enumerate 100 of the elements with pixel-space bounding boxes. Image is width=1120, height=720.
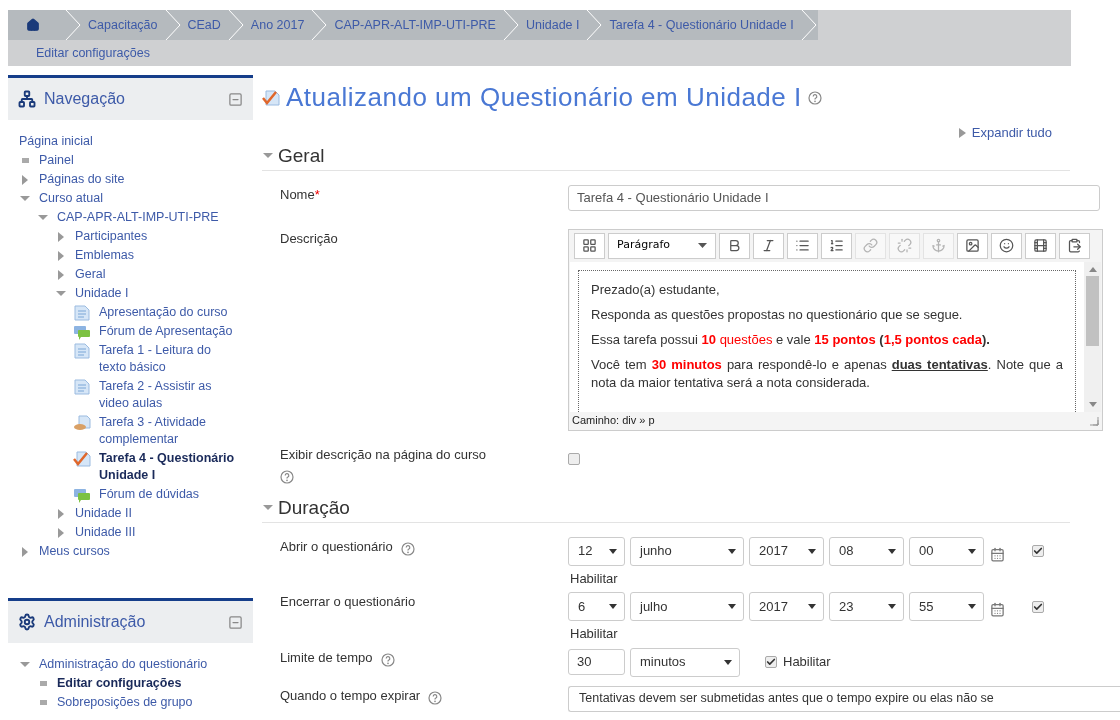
enable-checkbox[interactable] <box>1032 600 1044 613</box>
collapsed-arrow-icon[interactable] <box>21 545 29 558</box>
resize-grip-icon[interactable] <box>1089 415 1099 426</box>
nav-item[interactable]: Emblemas <box>75 246 135 265</box>
expanded-arrow-icon[interactable] <box>55 289 67 298</box>
block-title: Administração <box>44 612 146 632</box>
date-select[interactable]: julho <box>630 592 744 621</box>
nav-item[interactable]: Painel <box>39 151 74 170</box>
collapse-icon[interactable] <box>228 91 243 107</box>
nav-item[interactable]: Unidade III <box>75 523 136 542</box>
nav-item[interactable]: CAP-APR-ALT-IMP-UTI-PRE <box>57 208 219 227</box>
nav-item[interactable]: Tarefa 4 - Questionário Unidade I <box>99 449 241 485</box>
nav-item[interactable]: Sobreposições de grupo <box>57 693 193 712</box>
nav-item[interactable]: Administração do questionário <box>39 655 208 674</box>
nav-item[interactable]: Tarefa 3 - Atividade complementar <box>99 413 241 449</box>
smiley-button[interactable] <box>991 232 1022 259</box>
toolbar-toggle-button[interactable] <box>574 232 605 259</box>
unit-select[interactable]: minutos <box>630 647 740 677</box>
expanded-arrow-icon[interactable] <box>262 504 274 512</box>
date-select[interactable]: junho <box>630 536 744 566</box>
help-icon[interactable] <box>280 470 294 485</box>
date-select[interactable]: 6 <box>568 592 625 621</box>
nav-item[interactable]: Fórum de Apresentação <box>99 322 233 341</box>
clipboard-button[interactable] <box>1059 232 1090 259</box>
hand-document-icon <box>73 414 91 431</box>
caret-icon <box>609 604 617 609</box>
expand-all-link[interactable]: Expandir tudo <box>971 123 1052 143</box>
scrollbar-thumb[interactable] <box>1086 275 1099 346</box>
help-icon[interactable] <box>428 691 443 706</box>
chat-bubbles-icon <box>73 323 91 340</box>
nav-item[interactable]: Fórum de dúvidas <box>99 485 200 504</box>
bold-button[interactable] <box>719 232 750 259</box>
nav-item[interactable]: Unidade II <box>75 504 132 523</box>
edit-settings-button[interactable]: Editar configurações <box>36 43 150 63</box>
expiry-select[interactable]: Tentativas devem ser submetidas antes que o tempo expire ou elas não se <box>568 685 1120 712</box>
image-icon <box>965 238 980 253</box>
calendar-icon[interactable] <box>990 546 1005 562</box>
bullet-icon <box>39 681 47 686</box>
collapsed-arrow-icon[interactable] <box>57 507 65 520</box>
nav-item[interactable]: Participantes <box>75 227 148 246</box>
expanded-arrow-icon[interactable] <box>19 660 31 669</box>
section-heading[interactable]: Duração <box>278 493 350 523</box>
gear-icon <box>18 613 36 631</box>
help-icon[interactable] <box>380 653 395 668</box>
scroll-down-icon[interactable] <box>1088 401 1097 408</box>
scroll-up-icon[interactable] <box>1088 265 1097 272</box>
scrollbar[interactable] <box>1084 261 1101 412</box>
date-select[interactable]: 2017 <box>749 536 824 566</box>
editor-paragraph: Responda as questões propostas no questionário que se segue. <box>591 305 964 324</box>
expanded-arrow-icon[interactable] <box>37 213 49 222</box>
numbered-list-button[interactable] <box>821 232 852 259</box>
home-icon[interactable] <box>26 18 40 32</box>
nav-item[interactable]: Editar configurações <box>57 674 182 693</box>
editor-paragraph: Essa tarefa possui 10 questões e vale 15 pontos (1,5 pontos cada). <box>591 330 991 349</box>
bullet-list-button[interactable] <box>787 232 818 259</box>
collapsed-arrow-icon[interactable] <box>57 268 65 281</box>
date-select[interactable]: 12 <box>568 536 625 566</box>
check-icon <box>1033 546 1043 556</box>
bold-icon <box>727 238 742 253</box>
chevron-icon <box>226 10 245 40</box>
page-title: Atualizando um Questionário em Unidade I <box>286 81 802 114</box>
image-button[interactable] <box>957 232 988 259</box>
section-heading[interactable]: Geral <box>278 141 325 171</box>
collapsed-arrow-icon[interactable] <box>57 249 65 262</box>
page-icon <box>73 304 91 321</box>
date-select[interactable]: 23 <box>829 592 904 621</box>
nav-item[interactable]: Apresentação do curso <box>99 303 228 322</box>
calendar-icon[interactable] <box>990 602 1005 617</box>
expanded-arrow-icon[interactable] <box>262 152 274 160</box>
breadcrumb-link[interactable]: Unidade I <box>519 15 586 35</box>
name-field[interactable]: Tarefa 4 - Questionário Unidade I <box>568 184 1100 211</box>
enable-checkbox[interactable] <box>1032 545 1044 557</box>
date-select[interactable]: 00 <box>909 536 984 566</box>
help-icon[interactable] <box>807 90 822 105</box>
collapse-icon[interactable] <box>228 614 243 630</box>
film-button[interactable] <box>1025 232 1056 259</box>
nav-item[interactable]: Tarefa 1 - Leitura do texto básico <box>99 341 241 377</box>
collapsed-arrow-icon[interactable] <box>21 173 29 186</box>
collapsed-arrow-icon[interactable] <box>57 526 65 539</box>
date-select[interactable]: 55 <box>909 592 984 621</box>
paragraph-format-dropdown[interactable]: Parágrafo <box>608 232 716 259</box>
nav-item[interactable]: Páginas do site <box>39 170 125 189</box>
caret-icon <box>808 548 816 554</box>
nav-item[interactable]: Página inicial <box>19 132 93 151</box>
date-select[interactable]: 08 <box>829 536 904 566</box>
nav-item[interactable]: Geral <box>75 265 106 284</box>
nav-item[interactable]: Meus cursos <box>39 542 110 561</box>
chat-bubbles-icon <box>73 486 91 503</box>
help-icon[interactable] <box>400 542 415 557</box>
collapsed-arrow-icon[interactable] <box>57 230 65 243</box>
nav-item[interactable]: Unidade I <box>75 284 129 303</box>
nav-item[interactable]: Curso atual <box>39 189 103 208</box>
checkbox[interactable] <box>568 452 580 465</box>
date-select[interactable]: 2017 <box>749 592 824 621</box>
enable-checkbox[interactable] <box>765 656 777 668</box>
caret-icon <box>724 659 732 665</box>
nav-item[interactable]: Tarefa 2 - Assistir as video aulas <box>99 377 241 413</box>
duration-field[interactable]: 30 <box>568 649 625 675</box>
italic-button[interactable] <box>753 232 784 259</box>
expanded-arrow-icon[interactable] <box>19 194 31 203</box>
